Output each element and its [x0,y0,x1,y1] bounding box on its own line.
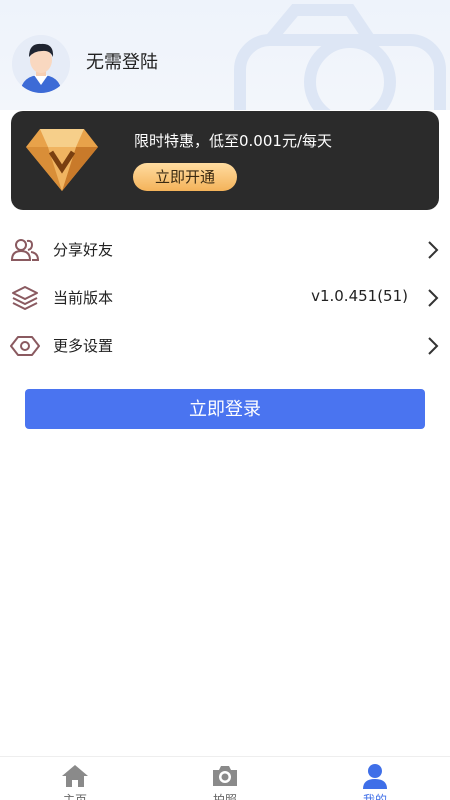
menu-item-share[interactable]: 分享好友 [0,226,450,274]
version-value: v1.0.451(51) [311,287,408,305]
menu-item-settings[interactable]: 更多设置 [0,322,450,370]
chevron-right-icon [426,240,440,260]
user-icon [360,763,390,789]
avatar[interactable] [12,35,70,93]
camera-icon [210,763,240,789]
vip-activate-button[interactable]: 立即开通 [133,163,237,191]
tab-label: 主页 [62,793,87,800]
tab-label: 拍照 [212,793,237,800]
tab-bar: 主页 拍照 我的 [0,756,450,800]
tab-label: 我的 [362,793,387,800]
vip-promo-text: 限时特惠，低至0.001元/每天 [134,132,332,150]
menu-item-label: 分享好友 [53,241,114,259]
diamond-icon [26,125,98,193]
tab-home[interactable]: 主页 [0,757,150,800]
chevron-right-icon [426,336,440,356]
username[interactable]: 无需登陆 [86,48,158,74]
menu-item-label: 更多设置 [53,337,114,355]
chevron-right-icon [426,288,440,308]
menu-item-label: 当前版本 [53,289,114,307]
layers-icon [10,283,40,313]
tab-camera[interactable]: 拍照 [150,757,300,800]
login-button[interactable]: 立即登录 [25,389,425,429]
background-camera-icon [200,0,450,110]
users-icon [10,235,40,265]
tab-profile[interactable]: 我的 [300,757,450,800]
menu-item-version[interactable]: 当前版本 v1.0.451(51) [0,274,450,322]
home-icon [60,763,90,789]
settings-hexagon-icon [10,331,40,361]
